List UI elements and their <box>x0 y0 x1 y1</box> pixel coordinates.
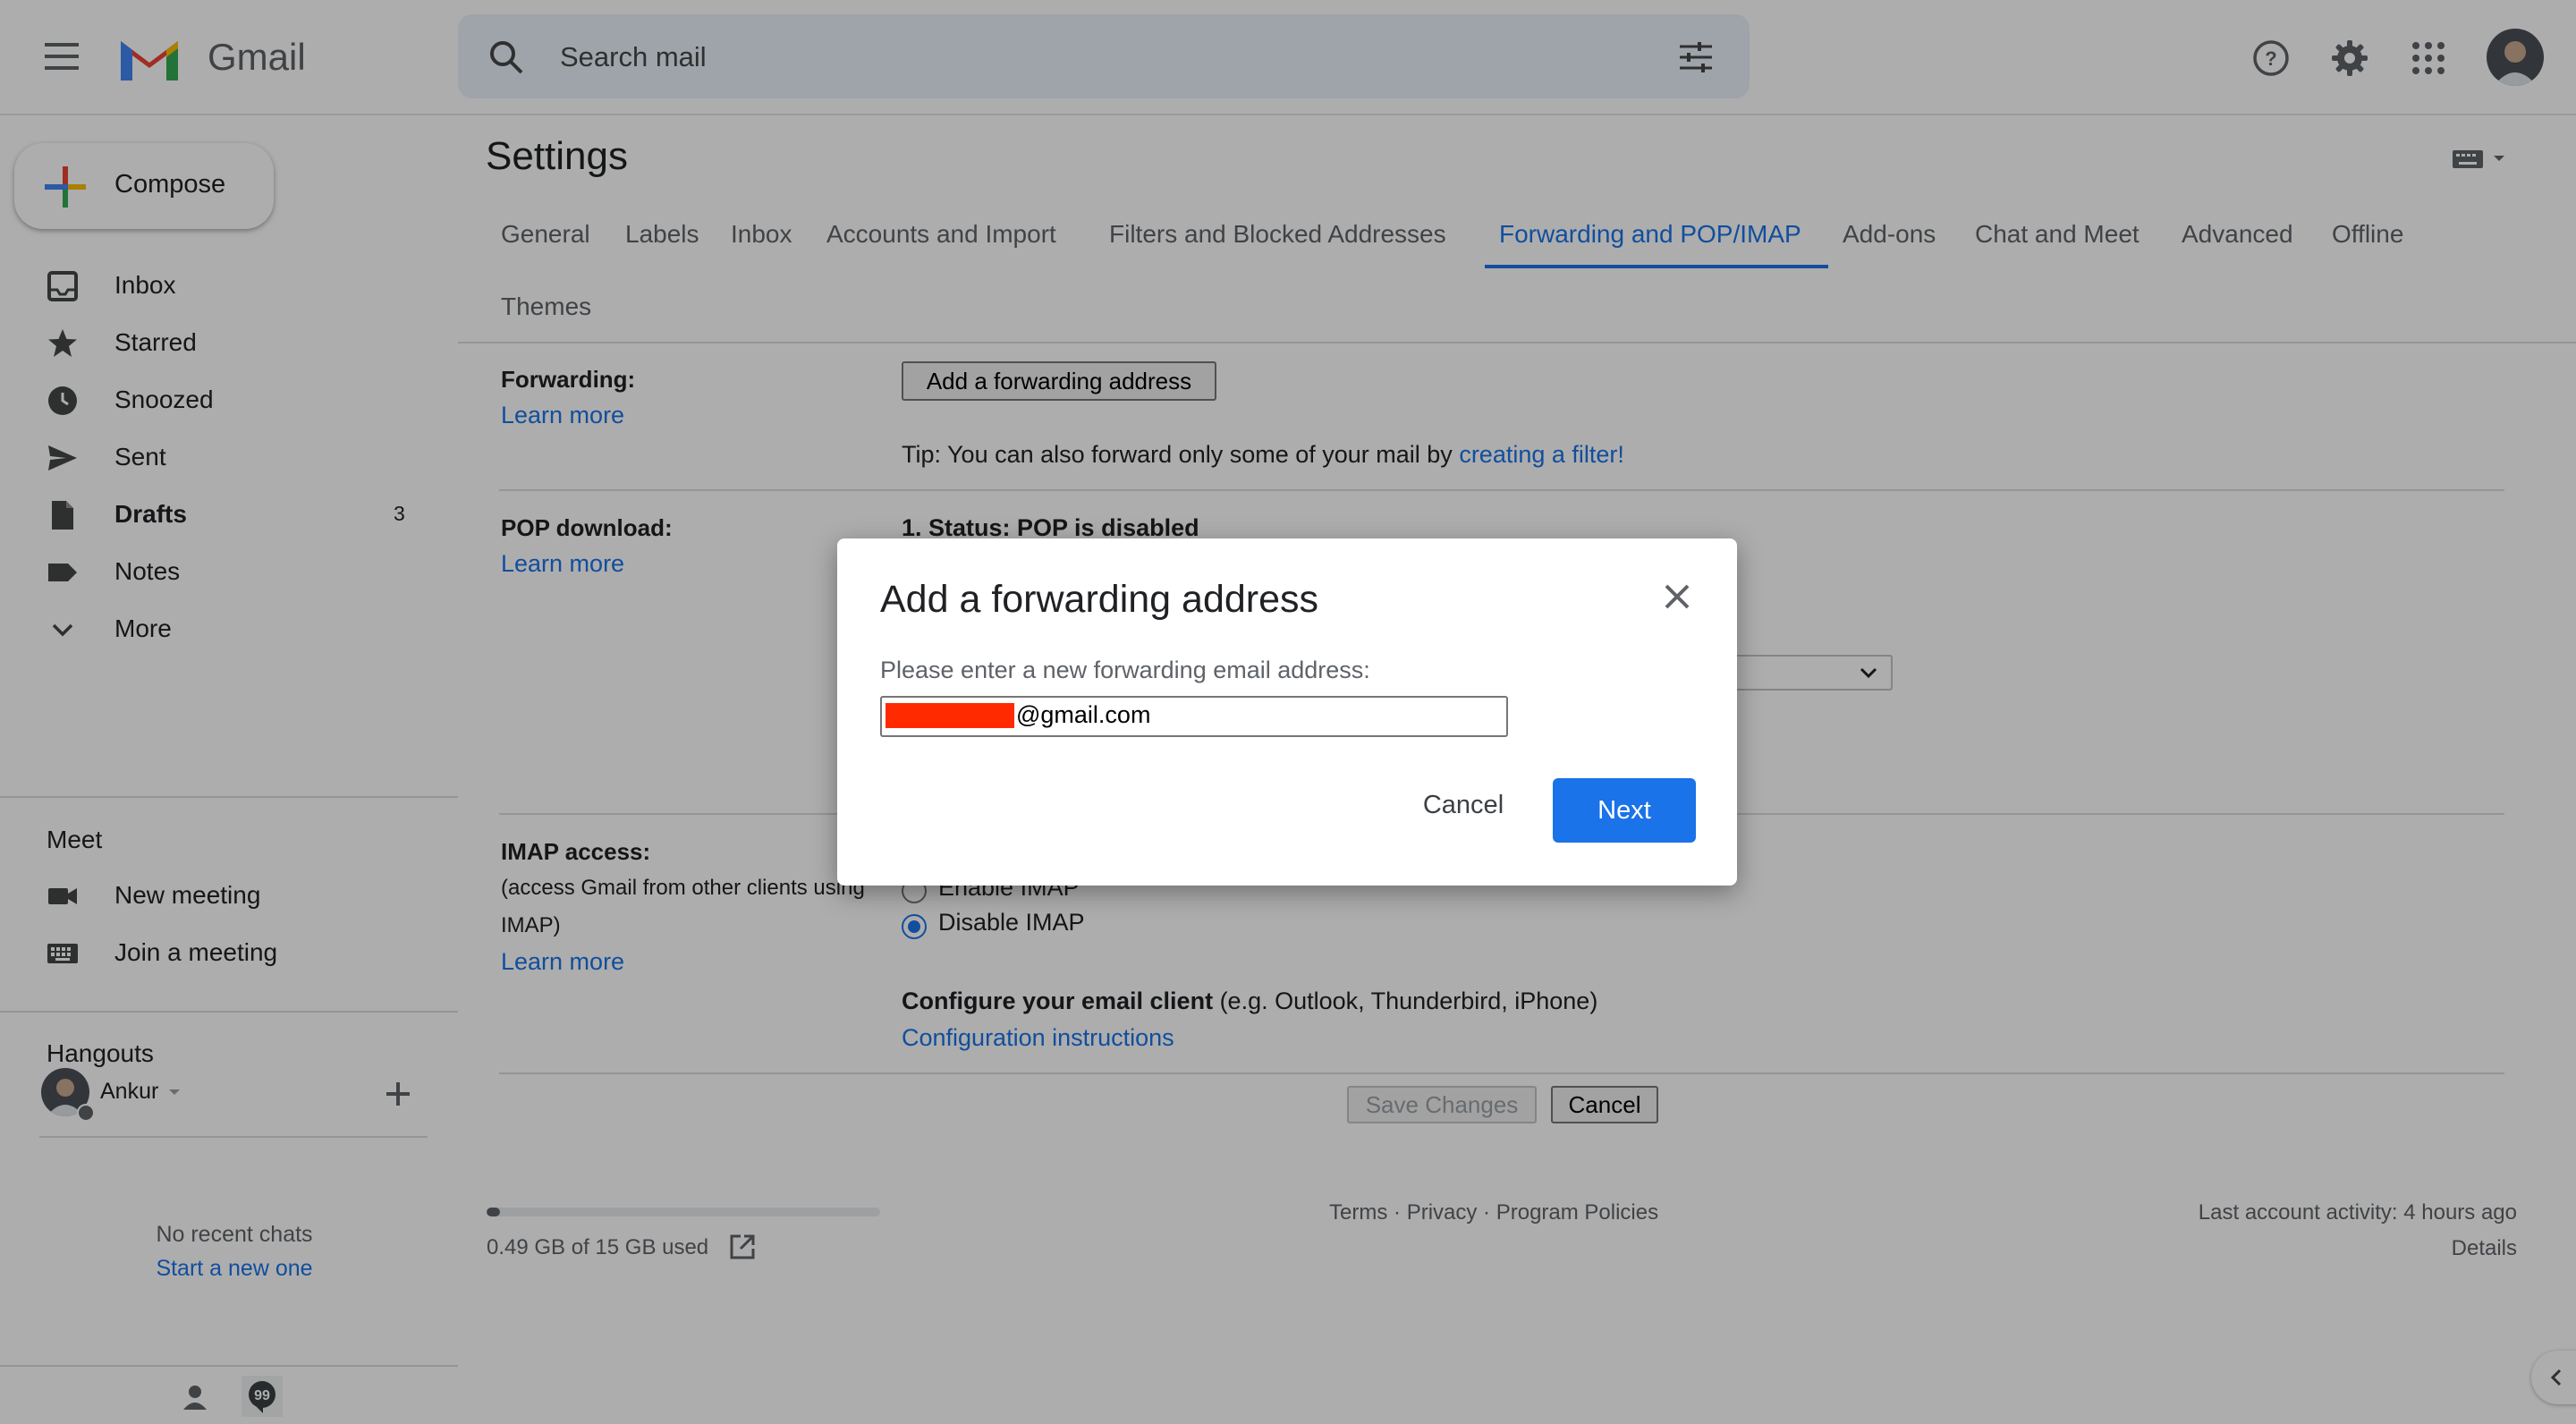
dialog-title: Add a forwarding address <box>880 578 1319 621</box>
forwarding-email-input[interactable]: @gmail.com <box>880 696 1508 737</box>
forwarding-email-value: @gmail.com <box>1016 701 1151 728</box>
close-icon[interactable] <box>1664 583 1690 610</box>
add-forwarding-dialog: Add a forwarding address Please enter a … <box>837 538 1737 886</box>
redaction-box <box>886 703 1014 728</box>
dialog-next-button[interactable]: Next <box>1553 778 1696 843</box>
dialog-cancel-button[interactable]: Cancel <box>1410 778 1517 832</box>
dialog-prompt: Please enter a new forwarding email addr… <box>880 657 1370 683</box>
